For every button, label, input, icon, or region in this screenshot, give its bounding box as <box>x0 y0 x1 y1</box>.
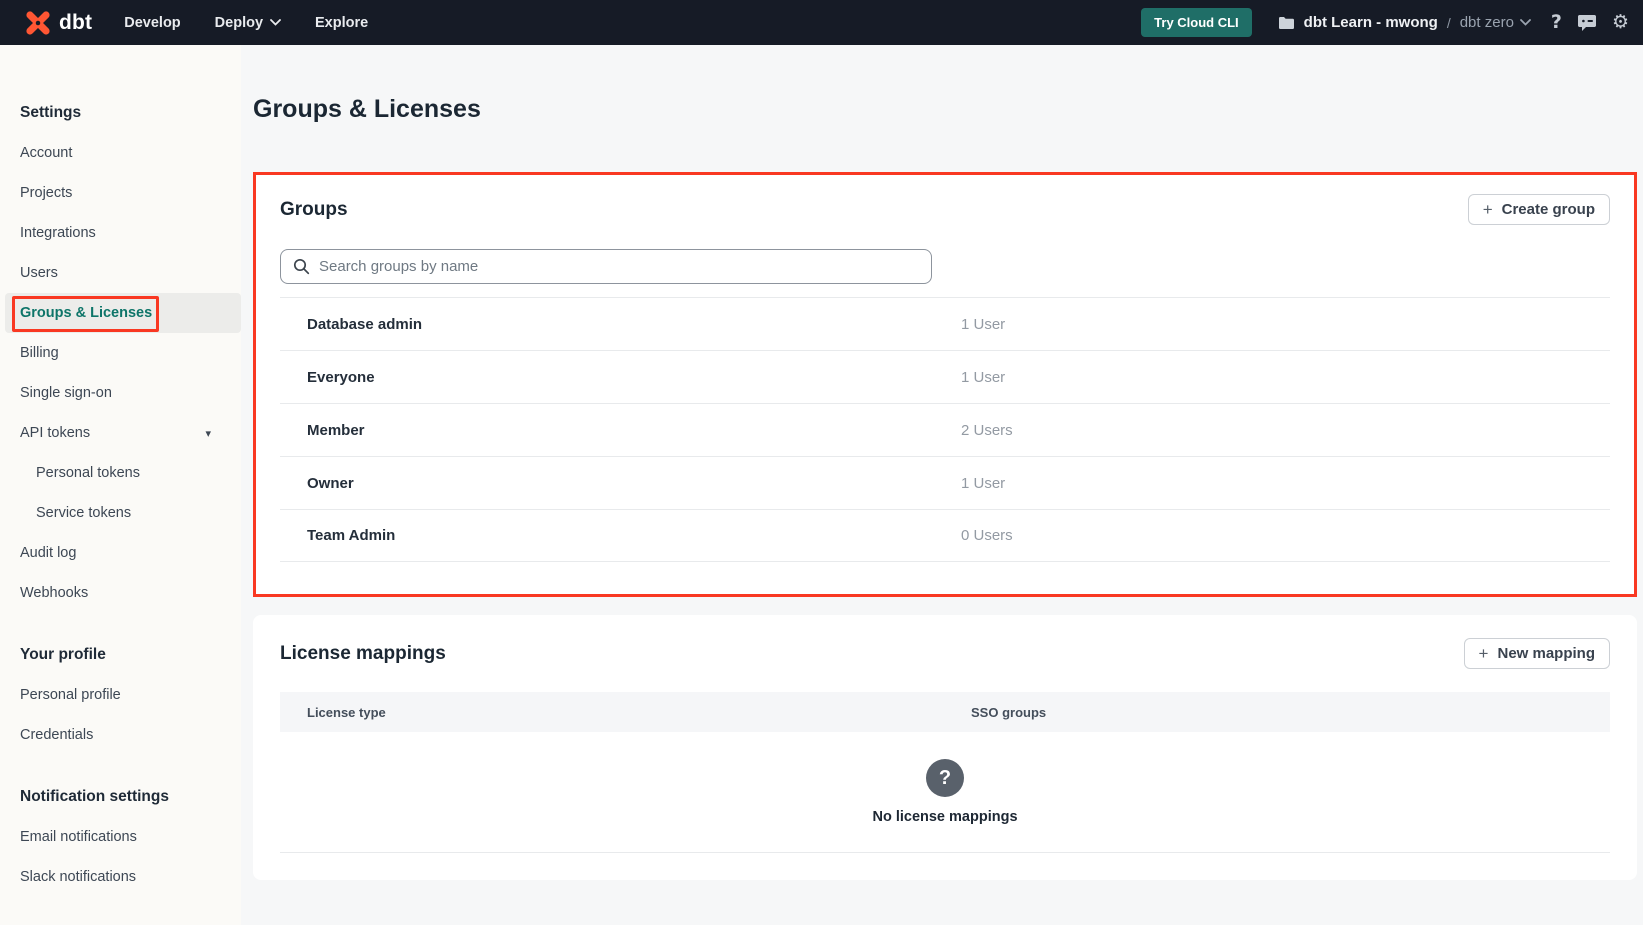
sidebar-item-webhooks[interactable]: Webhooks <box>0 573 241 613</box>
group-name: Team Admin <box>307 527 395 544</box>
group-row-member[interactable]: Member 2 Users <box>280 403 1610 456</box>
sidebar-item-credentials[interactable]: Credentials <box>0 715 241 755</box>
nav-deploy[interactable]: Deploy <box>215 15 281 31</box>
group-user-count: 1 User <box>961 475 1005 492</box>
main-content: Groups & Licenses Groups + Create group … <box>241 45 1643 925</box>
create-group-button[interactable]: + Create group <box>1468 194 1610 225</box>
dbt-cloud-app: dbt Develop Deploy Explore Try Cloud CLI… <box>0 0 1643 925</box>
sidebar-item-email-notifications[interactable]: Email notifications <box>0 817 241 857</box>
license-mappings-heading: License mappings <box>280 643 446 665</box>
groups-card: Groups + Create group Database admin 1 U… <box>253 172 1637 597</box>
folder-icon <box>1278 16 1295 30</box>
group-name: Owner <box>307 475 354 492</box>
question-mark-icon: ? <box>926 759 964 797</box>
sidebar-item-single-sign-on[interactable]: Single sign-on <box>0 373 241 413</box>
search-icon <box>293 258 310 275</box>
group-name: Database admin <box>307 316 422 333</box>
dbt-logo-text: dbt <box>59 11 92 35</box>
group-list: Database admin 1 User Everyone 1 User Me… <box>280 297 1610 562</box>
plus-icon: + <box>1483 201 1493 218</box>
groups-heading: Groups <box>280 199 348 221</box>
group-user-count: 1 User <box>961 316 1005 333</box>
sidebar-item-integrations[interactable]: Integrations <box>0 213 241 253</box>
gear-icon[interactable]: ⚙ <box>1612 13 1629 32</box>
sidebar-heading-notification-settings: Notification settings <box>0 777 241 817</box>
sidebar-item-service-tokens[interactable]: Service tokens <box>0 493 241 533</box>
group-search-input[interactable] <box>319 258 919 275</box>
new-mapping-button[interactable]: + New mapping <box>1464 638 1610 669</box>
breadcrumb-account: dbt Learn - mwong <box>1304 14 1438 31</box>
chevron-down-icon <box>270 19 281 26</box>
sidebar-item-billing[interactable]: Billing <box>0 333 241 373</box>
sidebar-item-api-tokens[interactable]: API tokens ▾ <box>0 413 241 453</box>
top-navbar: dbt Develop Deploy Explore Try Cloud CLI… <box>0 0 1643 45</box>
license-table-header: License type SSO groups <box>280 692 1610 732</box>
dbt-logo-icon <box>24 9 52 37</box>
group-row-team-admin[interactable]: Team Admin 0 Users <box>280 509 1610 562</box>
sidebar-heading-settings: Settings <box>0 93 241 133</box>
try-cloud-cli-button[interactable]: Try Cloud CLI <box>1141 8 1252 37</box>
group-row-database-admin[interactable]: Database admin 1 User <box>280 297 1610 350</box>
primary-nav: Develop Deploy Explore <box>124 15 368 31</box>
license-empty-state: ? No license mappings <box>280 732 1610 853</box>
group-name: Member <box>307 422 365 439</box>
sidebar-item-slack-notifications[interactable]: Slack notifications <box>0 857 241 897</box>
group-row-owner[interactable]: Owner 1 User <box>280 456 1610 509</box>
column-sso-groups: SSO groups <box>971 705 1046 720</box>
nav-explore[interactable]: Explore <box>315 15 368 31</box>
breadcrumb-project[interactable]: dbt zero <box>1460 14 1531 31</box>
sidebar-heading-your-profile: Your profile <box>0 635 241 675</box>
group-row-everyone[interactable]: Everyone 1 User <box>280 350 1610 403</box>
group-user-count: 1 User <box>961 369 1005 386</box>
breadcrumb-separator: / <box>1447 15 1451 31</box>
sidebar-item-groups-licenses[interactable]: Groups & Licenses <box>5 293 241 333</box>
navbar-utility-icons: ? ⚙ <box>1551 13 1629 32</box>
caret-down-icon: ▾ <box>205 427 211 440</box>
nav-develop[interactable]: Develop <box>124 15 180 31</box>
plus-icon: + <box>1479 645 1489 662</box>
sidebar-item-personal-profile[interactable]: Personal profile <box>0 675 241 715</box>
dbt-logo[interactable]: dbt <box>24 9 92 37</box>
group-name: Everyone <box>307 369 375 386</box>
sidebar-item-account[interactable]: Account <box>0 133 241 173</box>
group-search-box <box>280 249 932 284</box>
group-user-count: 0 Users <box>961 527 1013 544</box>
sidebar-item-personal-tokens[interactable]: Personal tokens <box>0 453 241 493</box>
feedback-icon[interactable] <box>1577 14 1597 32</box>
breadcrumb[interactable]: dbt Learn - mwong / dbt zero <box>1278 14 1531 31</box>
chevron-down-icon <box>1520 19 1531 26</box>
help-icon[interactable]: ? <box>1551 13 1562 32</box>
empty-state-text: No license mappings <box>872 809 1017 825</box>
group-user-count: 2 Users <box>961 422 1013 439</box>
settings-sidebar: Settings Account Projects Integrations U… <box>0 45 241 925</box>
sidebar-item-users[interactable]: Users <box>0 253 241 293</box>
column-license-type: License type <box>307 705 386 720</box>
license-mappings-card: License mappings + New mapping License t… <box>253 615 1637 880</box>
page-title: Groups & Licenses <box>253 95 481 124</box>
sidebar-item-audit-log[interactable]: Audit log <box>0 533 241 573</box>
sidebar-item-projects[interactable]: Projects <box>0 173 241 213</box>
